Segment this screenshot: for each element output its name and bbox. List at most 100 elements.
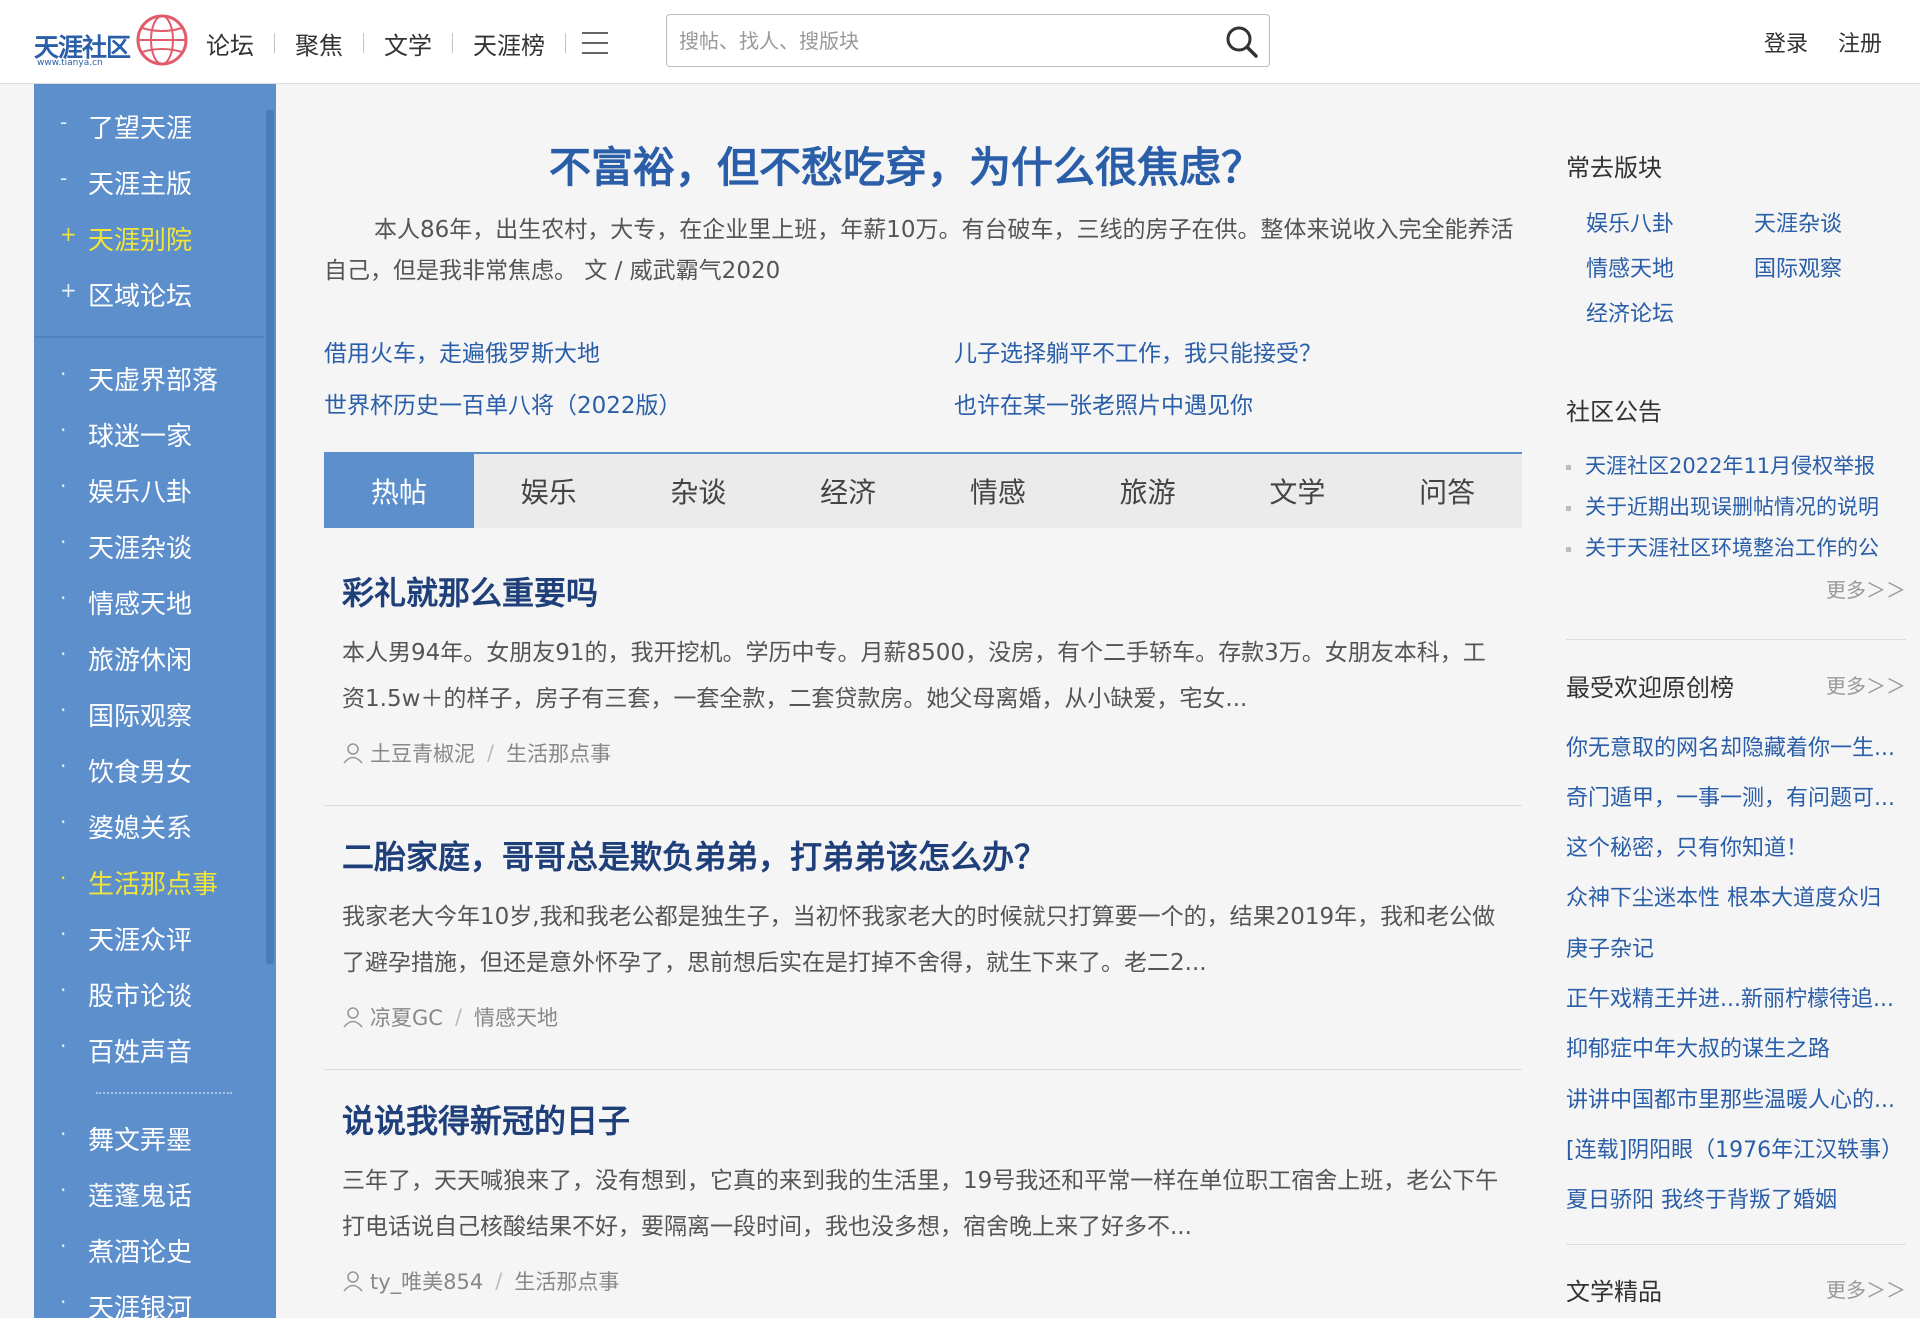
bullet-icon: · bbox=[60, 474, 67, 498]
search-icon[interactable] bbox=[1223, 23, 1261, 61]
post-title[interactable]: 彩礼就那么重要吗 bbox=[342, 568, 598, 614]
tianya-logo[interactable]: 天涯社区 www.tianya.cn bbox=[34, 10, 188, 72]
sidebar-item-label: 天涯主版 bbox=[88, 169, 193, 200]
sidebar-item[interactable]: · 生活那点事 bbox=[34, 854, 276, 910]
post-excerpt: 我家老大今年10岁,我和我老公都是独生子，当初怀我家老大的时候就只打算要一个的，… bbox=[342, 904, 1496, 976]
literature-more-link[interactable]: 更多＞＞ bbox=[1826, 1274, 1906, 1303]
nav-literature[interactable]: 文学 bbox=[376, 26, 440, 61]
tab-qa[interactable]: 问答 bbox=[1372, 454, 1522, 528]
sidebar-item[interactable]: · 旅游休闲 bbox=[34, 630, 276, 686]
favorite-board-link[interactable]: 情感天地 bbox=[1586, 251, 1674, 283]
headline-link[interactable]: 不富裕，但不愁吃穿，为什么很焦虑？ bbox=[326, 134, 1486, 195]
popular-item[interactable]: 庚子杂记 bbox=[1566, 931, 1906, 963]
sidebar-item[interactable]: + 天涯别院 bbox=[34, 210, 276, 266]
quick-link[interactable]: 也许在某一张老照片中遇见你 bbox=[954, 386, 1253, 420]
tab-entertainment[interactable]: 娱乐 bbox=[474, 454, 624, 528]
notice-item[interactable]: 天涯社区2022年11月侵权举报 bbox=[1566, 450, 1875, 480]
post-item: 彩礼就那么重要吗 本人男94年。女朋友91的，我开挖机。学历中专。月薪8500，… bbox=[324, 542, 1522, 806]
expand-icon: + bbox=[60, 278, 77, 302]
favorite-board-link[interactable]: 娱乐八卦 bbox=[1586, 206, 1674, 238]
sidebar-item[interactable]: · 莲蓬鬼话 bbox=[34, 1166, 276, 1222]
sidebar-item[interactable]: · 国际观察 bbox=[34, 686, 276, 742]
notice-item[interactable]: 关于天涯社区环境整治工作的公 bbox=[1566, 532, 1879, 562]
sidebar-item[interactable]: + 区域论坛 bbox=[34, 266, 276, 322]
tab-emotion[interactable]: 情感 bbox=[923, 454, 1073, 528]
nav-ranking[interactable]: 天涯榜 bbox=[465, 26, 553, 61]
menu-icon[interactable] bbox=[582, 32, 608, 54]
sidebar-item[interactable]: · 婆媳关系 bbox=[34, 798, 276, 854]
sidebar-item[interactable]: · 娱乐八卦 bbox=[34, 462, 276, 518]
tab-hot[interactable]: 热帖 bbox=[324, 454, 474, 528]
bullet-icon: · bbox=[60, 530, 67, 554]
bullet-icon: · bbox=[60, 1178, 67, 1202]
quick-link[interactable]: 世界杯历史一百单八将（2022版） bbox=[324, 386, 682, 420]
post-item: 二胎家庭，哥哥总是欺负弟弟，打弟弟该怎么办？ 我家老大今年10岁,我和我老公都是… bbox=[324, 806, 1522, 1070]
popular-item[interactable]: 你无意取的网名却隐藏着你一生... bbox=[1566, 730, 1906, 762]
sidebar-item[interactable]: · 天涯银河 bbox=[34, 1278, 276, 1318]
bullet-icon: · bbox=[60, 1290, 67, 1314]
tab-chat[interactable]: 杂谈 bbox=[624, 454, 774, 528]
nav-forum[interactable]: 论坛 bbox=[198, 26, 262, 61]
sidebar-item[interactable]: · 天涯杂谈 bbox=[34, 518, 276, 574]
favorite-board-link[interactable]: 天涯杂谈 bbox=[1754, 206, 1842, 238]
sidebar-item[interactable]: · 股市论谈 bbox=[34, 966, 276, 1022]
sidebar-item[interactable]: · 天虚界部落 bbox=[34, 350, 276, 406]
popular-item[interactable]: 奇门遁甲，一事一测，有问题可... bbox=[1566, 780, 1906, 812]
register-link[interactable]: 注册 bbox=[1838, 26, 1882, 58]
meta-separator: / bbox=[495, 1269, 503, 1293]
favorite-board-link[interactable]: 国际观察 bbox=[1754, 251, 1842, 283]
popular-item[interactable]: 众神下尘迷本性 根本大道度众归 bbox=[1566, 880, 1906, 912]
post-board[interactable]: 生活那点事 bbox=[506, 738, 611, 768]
search-input[interactable] bbox=[679, 23, 1199, 58]
sidebar-item[interactable]: - 天涯主版 bbox=[34, 154, 276, 210]
popular-original-title: 最受欢迎原创榜 bbox=[1566, 674, 1734, 702]
post-author[interactable]: ty_唯美854 bbox=[370, 1266, 483, 1296]
tab-economy[interactable]: 经济 bbox=[773, 454, 923, 528]
post-author[interactable]: 土豆青椒泥 bbox=[370, 738, 475, 768]
bullet-icon: · bbox=[60, 1034, 67, 1058]
tab-travel[interactable]: 旅游 bbox=[1073, 454, 1223, 528]
popular-item[interactable]: [连载]阴阳眼（1976年江汉轶事） bbox=[1566, 1132, 1906, 1164]
popular-item[interactable]: 这个秘密，只有你知道！ bbox=[1566, 830, 1906, 862]
favorite-board-link[interactable]: 经济论坛 bbox=[1586, 296, 1674, 328]
sidebar-item-label: 生活那点事 bbox=[88, 869, 219, 900]
bullet-icon: · bbox=[60, 1122, 67, 1146]
popular-item[interactable]: 夏日骄阳 我终于背叛了婚姻 bbox=[1566, 1182, 1906, 1214]
sidebar-item[interactable]: · 舞文弄墨 bbox=[34, 1110, 276, 1166]
popular-item[interactable]: 抑郁症中年大叔的谋生之路 bbox=[1566, 1031, 1906, 1063]
quick-link[interactable]: 儿子选择躺平不工作，我只能接受？ bbox=[954, 334, 1322, 368]
notice-more-link[interactable]: 更多＞＞ bbox=[1826, 574, 1906, 603]
notice-item[interactable]: 关于近期出现误删帖情况的说明 bbox=[1566, 491, 1879, 521]
collapse-icon: - bbox=[60, 110, 68, 134]
favorite-boards-title: 常去版块 bbox=[1566, 154, 1662, 182]
sidebar-item[interactable]: · 情感天地 bbox=[34, 574, 276, 630]
sidebar-item-label: 股市论谈 bbox=[88, 981, 193, 1012]
search-box bbox=[666, 14, 1270, 67]
logo-url: www.tianya.cn bbox=[37, 58, 103, 68]
login-link[interactable]: 登录 bbox=[1764, 26, 1808, 58]
sidebar-group-literature: · 舞文弄墨 · 莲蓬鬼话 · 煮酒论史 · 天涯银河 bbox=[34, 1110, 276, 1318]
sidebar-item[interactable]: - 了望天涯 bbox=[34, 98, 276, 154]
popular-more-link[interactable]: 更多＞＞ bbox=[1826, 670, 1906, 699]
popular-item[interactable]: 正午戏精王并进...新丽柠檬待追... bbox=[1566, 981, 1906, 1013]
post-title[interactable]: 说说我得新冠的日子 bbox=[342, 1096, 630, 1142]
sidebar-item-label: 天涯杂谈 bbox=[88, 533, 193, 564]
sidebar-item[interactable]: · 煮酒论史 bbox=[34, 1222, 276, 1278]
post-title[interactable]: 二胎家庭，哥哥总是欺负弟弟，打弟弟该怎么办？ bbox=[342, 832, 1046, 878]
sidebar-item-label: 球迷一家 bbox=[88, 421, 193, 452]
sidebar-item[interactable]: · 饮食男女 bbox=[34, 742, 276, 798]
quick-link[interactable]: 借用火车，走遍俄罗斯大地 bbox=[324, 334, 600, 368]
post-board[interactable]: 生活那点事 bbox=[514, 1266, 619, 1296]
sidebar-item[interactable]: · 球迷一家 bbox=[34, 406, 276, 462]
post-item: 说说我得新冠的日子 三年了，天天喊狼来了，没有想到，它真的来到我的生活里，19号… bbox=[324, 1070, 1522, 1318]
sidebar-divider bbox=[34, 336, 264, 338]
post-author[interactable]: 凉夏GC bbox=[370, 1002, 443, 1032]
popular-item[interactable]: 讲讲中国都市里那些温暖人心的... bbox=[1566, 1082, 1906, 1114]
sidebar-item[interactable]: · 百姓声音 bbox=[34, 1022, 276, 1078]
sidebar-item[interactable]: · 天涯众评 bbox=[34, 910, 276, 966]
nav-focus[interactable]: 聚焦 bbox=[287, 26, 351, 61]
tab-literature[interactable]: 文学 bbox=[1223, 454, 1373, 528]
post-board[interactable]: 情感天地 bbox=[474, 1002, 558, 1032]
sidebar-item-label: 天涯银河 bbox=[88, 1293, 193, 1318]
sidebar-group-main: - 了望天涯 - 天涯主版 + 天涯别院 + 区域论坛 bbox=[34, 98, 276, 322]
